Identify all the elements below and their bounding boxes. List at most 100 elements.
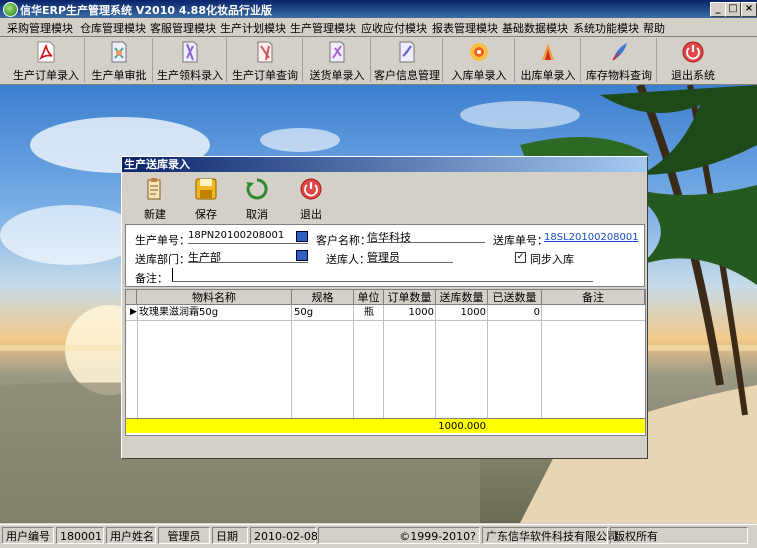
dialog-title: 生产送库录入 [122, 157, 647, 172]
exit-icon [300, 178, 322, 200]
save-button[interactable]: 保存 [181, 175, 231, 221]
table-row[interactable]: ▶ 玫瑰果滋润霜50g 50g 瓶 1000 1000 0 [126, 305, 645, 321]
menu-report[interactable]: 报表管理模块 [432, 20, 498, 36]
cancel-icon [246, 178, 268, 200]
cell-name[interactable]: 玫瑰果滋润霜50g [137, 305, 292, 320]
row-indicator-header [126, 290, 137, 305]
remark-field[interactable] [172, 268, 593, 282]
delivery-no-label: 送库单号： [493, 234, 548, 247]
delivery-doc-icon [329, 41, 345, 63]
order-no-field[interactable]: 18PN20100208001 [188, 230, 308, 244]
cell-send-qty[interactable]: 1000 [436, 305, 488, 320]
user-name-label: 用户姓名 [106, 527, 156, 544]
menu-system[interactable]: 系统功能模块 [573, 20, 639, 36]
approve-doc-icon [111, 41, 127, 63]
order-no-label: 生产单号： [135, 234, 190, 247]
items-grid: 物料名称 规格 单位 订单数量 送库数量 已送数量 备注 ▶ 玫瑰果滋润霜50g… [125, 289, 646, 436]
remark-label: 备注： [135, 272, 168, 285]
inventory-icon [612, 43, 627, 61]
toolbar-material-entry[interactable]: 生产领料录入 [154, 38, 227, 82]
cell-remark[interactable] [542, 305, 645, 320]
stock-out-icon [542, 43, 554, 60]
toolbar-label: 库存物料查询 [586, 69, 652, 82]
date-value: 2010-02-08 [250, 527, 318, 544]
stock-in-icon [470, 43, 488, 61]
toolbar-inventory-query[interactable]: 库存物料查询 [582, 38, 657, 82]
customer-field[interactable]: 信华科技 [367, 229, 485, 244]
total-row: 1000.000 [126, 418, 645, 433]
toolbar-label: 客户信息管理 [374, 69, 440, 82]
save-label: 保存 [195, 208, 217, 221]
toolbar-stock-out[interactable]: 出库单录入 [516, 38, 581, 82]
user-no-label: 用户编号 [2, 527, 54, 544]
toolbar-production-approve[interactable]: 生产单审批 [86, 38, 153, 82]
toolbar-customer-info[interactable]: 客户信息管理 [372, 38, 443, 82]
sender-field[interactable]: 管理员 [367, 249, 453, 264]
cell-spec[interactable]: 50g [292, 305, 354, 320]
toolbar: 生产订单录入 生产单审批 生产领料录入 生产订单查询 送货单录入 客户信息管理 … [0, 37, 757, 85]
toolbar-label: 生产单审批 [91, 69, 147, 82]
toolbar-production-query[interactable]: 生产订单查询 [228, 38, 303, 82]
col-header-name[interactable]: 物料名称 [137, 290, 292, 305]
user-name-value: 管理员 [158, 527, 210, 544]
toolbar-label: 入库单录入 [451, 69, 507, 82]
toolbar-exit[interactable]: 退出系统 [658, 38, 728, 82]
toolbar-delivery-entry[interactable]: 送货单录入 [304, 38, 371, 82]
col-header-send-qty[interactable]: 送库数量 [436, 290, 488, 305]
menu-service[interactable]: 客服管理模块 [150, 20, 216, 36]
restore-button[interactable]: □ [725, 2, 741, 17]
exit-icon [682, 41, 704, 63]
menu-receivable[interactable]: 应收应付模块 [361, 20, 427, 36]
col-header-remark[interactable]: 备注 [542, 290, 645, 305]
sync-checkbox[interactable]: ✓ [515, 252, 526, 263]
window-title: 信华ERP生产管理系统 V2010 4.88化妆品行业版 [20, 4, 272, 17]
col-header-order-qty[interactable]: 订单数量 [384, 290, 436, 305]
title-bar: 信华ERP生产管理系统 V2010 4.88化妆品行业版 _ □ × [0, 0, 757, 18]
new-button[interactable]: 新建 [130, 175, 180, 221]
toolbar-label: 出库单录入 [520, 69, 576, 82]
entry-form: 生产单号： 18PN20100208001 客户名称： 信华科技 送库单号： 1… [125, 224, 645, 287]
toolbar-stock-in[interactable]: 入库单录入 [444, 38, 515, 82]
delivery-no-link[interactable]: 18SL20100208001 [544, 232, 639, 245]
col-header-spec[interactable]: 规格 [292, 290, 354, 305]
menu-production[interactable]: 生产管理模块 [290, 20, 356, 36]
sync-label: 同步入库 [530, 253, 574, 266]
exit-label: 退出 [300, 208, 322, 221]
query-doc-icon [257, 41, 273, 63]
dept-lookup-icon[interactable] [296, 250, 308, 261]
app-logo-icon [3, 2, 18, 17]
pdf-icon [37, 41, 55, 63]
date-label: 日期 [212, 527, 248, 544]
production-delivery-dialog: 生产送库录入 新建 保存 取消 退出 生产单号： 18PN20100208001… [121, 156, 648, 459]
toolbar-label: 送货单录入 [309, 69, 365, 82]
toolbar-label: 生产订单录入 [13, 69, 79, 82]
new-icon [147, 178, 161, 200]
order-lookup-icon[interactable] [296, 231, 308, 242]
dept-label: 送库部门： [135, 253, 190, 266]
rights: 版权所有 [610, 527, 748, 544]
cell-order-qty[interactable]: 1000 [384, 305, 436, 320]
close-button[interactable]: × [741, 2, 757, 17]
col-header-sent-qty[interactable]: 已送数量 [488, 290, 542, 305]
customer-doc-icon [399, 41, 415, 63]
menu-help[interactable]: 帮助 [643, 20, 665, 36]
minimize-button[interactable]: _ [710, 2, 726, 17]
cell-unit[interactable]: 瓶 [354, 305, 384, 320]
dept-field[interactable]: 生产部 [188, 249, 308, 264]
material-doc-icon [182, 41, 198, 63]
menu-warehouse[interactable]: 仓库管理模块 [80, 20, 146, 36]
col-header-unit[interactable]: 单位 [354, 290, 384, 305]
toolbar-production-order-entry[interactable]: 生产订单录入 [8, 38, 85, 82]
total-send-qty: 1000.000 [438, 421, 486, 432]
menu-purchase[interactable]: 采购管理模块 [7, 20, 73, 36]
cell-sent-qty[interactable]: 0 [488, 305, 542, 320]
exit-button[interactable]: 退出 [286, 175, 336, 221]
cancel-label: 取消 [246, 208, 268, 221]
copyright: ©1999-2010? [318, 527, 480, 544]
menu-plan[interactable]: 生产计划模块 [220, 20, 286, 36]
menu-basedata[interactable]: 基础数据模块 [502, 20, 568, 36]
company: 广东信华软件科技有限公司 [482, 527, 618, 544]
user-no-value: 180001 [56, 527, 104, 544]
new-label: 新建 [144, 208, 166, 221]
cancel-button[interactable]: 取消 [232, 175, 282, 221]
